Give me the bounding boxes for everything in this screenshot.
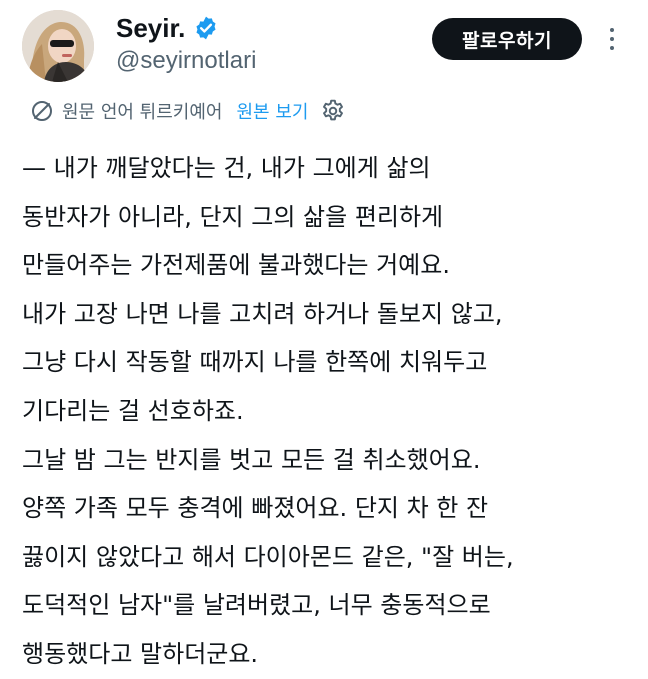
tweet-line: 동반자가 아니라, 단지 그의 삶을 편리하게 — [22, 202, 444, 231]
follow-button[interactable]: 팔로우하기 — [432, 18, 582, 60]
tweet-line: 기다리는 걸 선호하죠. — [22, 396, 244, 425]
tweet-line: 그냥 다시 작동할 때까지 나를 한쪽에 치워두고 — [22, 348, 488, 377]
show-original-link[interactable]: 원본 보기 — [236, 98, 308, 124]
tweet-line: — 내가 깨달았다는 건, 내가 그에게 삶의 — [22, 154, 431, 182]
tweet-text: — 내가 깨달았다는 건, 내가 그에게 삶의 동반자가 아니라, 단지 그의 … — [22, 144, 632, 679]
gear-icon[interactable] — [320, 98, 346, 124]
tweet-line: 그날 밤 그는 반지를 벗고 모든 걸 취소했어요. — [22, 445, 481, 474]
tweet-line: 끓이지 않았다고 해서 다이아몬드 같은, "잘 버는, — [22, 542, 514, 571]
translation-bar: 원문 언어 튀르키예어 원본 보기 — [30, 96, 346, 126]
display-name-text[interactable]: Seyir. — [116, 13, 185, 43]
translate-globe-icon — [30, 99, 54, 123]
user-handle[interactable]: @seyirnotlari — [116, 47, 256, 75]
tweet-line: 도덕적인 남자"를 날려버렸고, 너무 충동적으로 — [22, 591, 491, 620]
tweet-line: 행동했다고 말하더군요. — [22, 639, 259, 668]
display-name[interactable]: Seyir. — [116, 13, 219, 43]
translation-note: 원문 언어 튀르키예어 — [62, 102, 223, 123]
tweet-line: 만들어주는 가전제품에 불과했다는 거예요. — [22, 251, 450, 280]
tweet-line: 내가 고장 나면 나를 고치려 하거나 돌보지 않고, — [22, 299, 503, 328]
verified-badge-icon — [193, 15, 219, 41]
avatar[interactable] — [22, 10, 94, 82]
tweet-header: Seyir. @seyirnotlari 팔로우하기 — [0, 0, 648, 92]
tweet-line: 양쪽 가족 모두 충격에 빠졌어요. 단지 차 한 잔 — [22, 494, 489, 523]
more-vertical-icon[interactable] — [600, 24, 624, 54]
